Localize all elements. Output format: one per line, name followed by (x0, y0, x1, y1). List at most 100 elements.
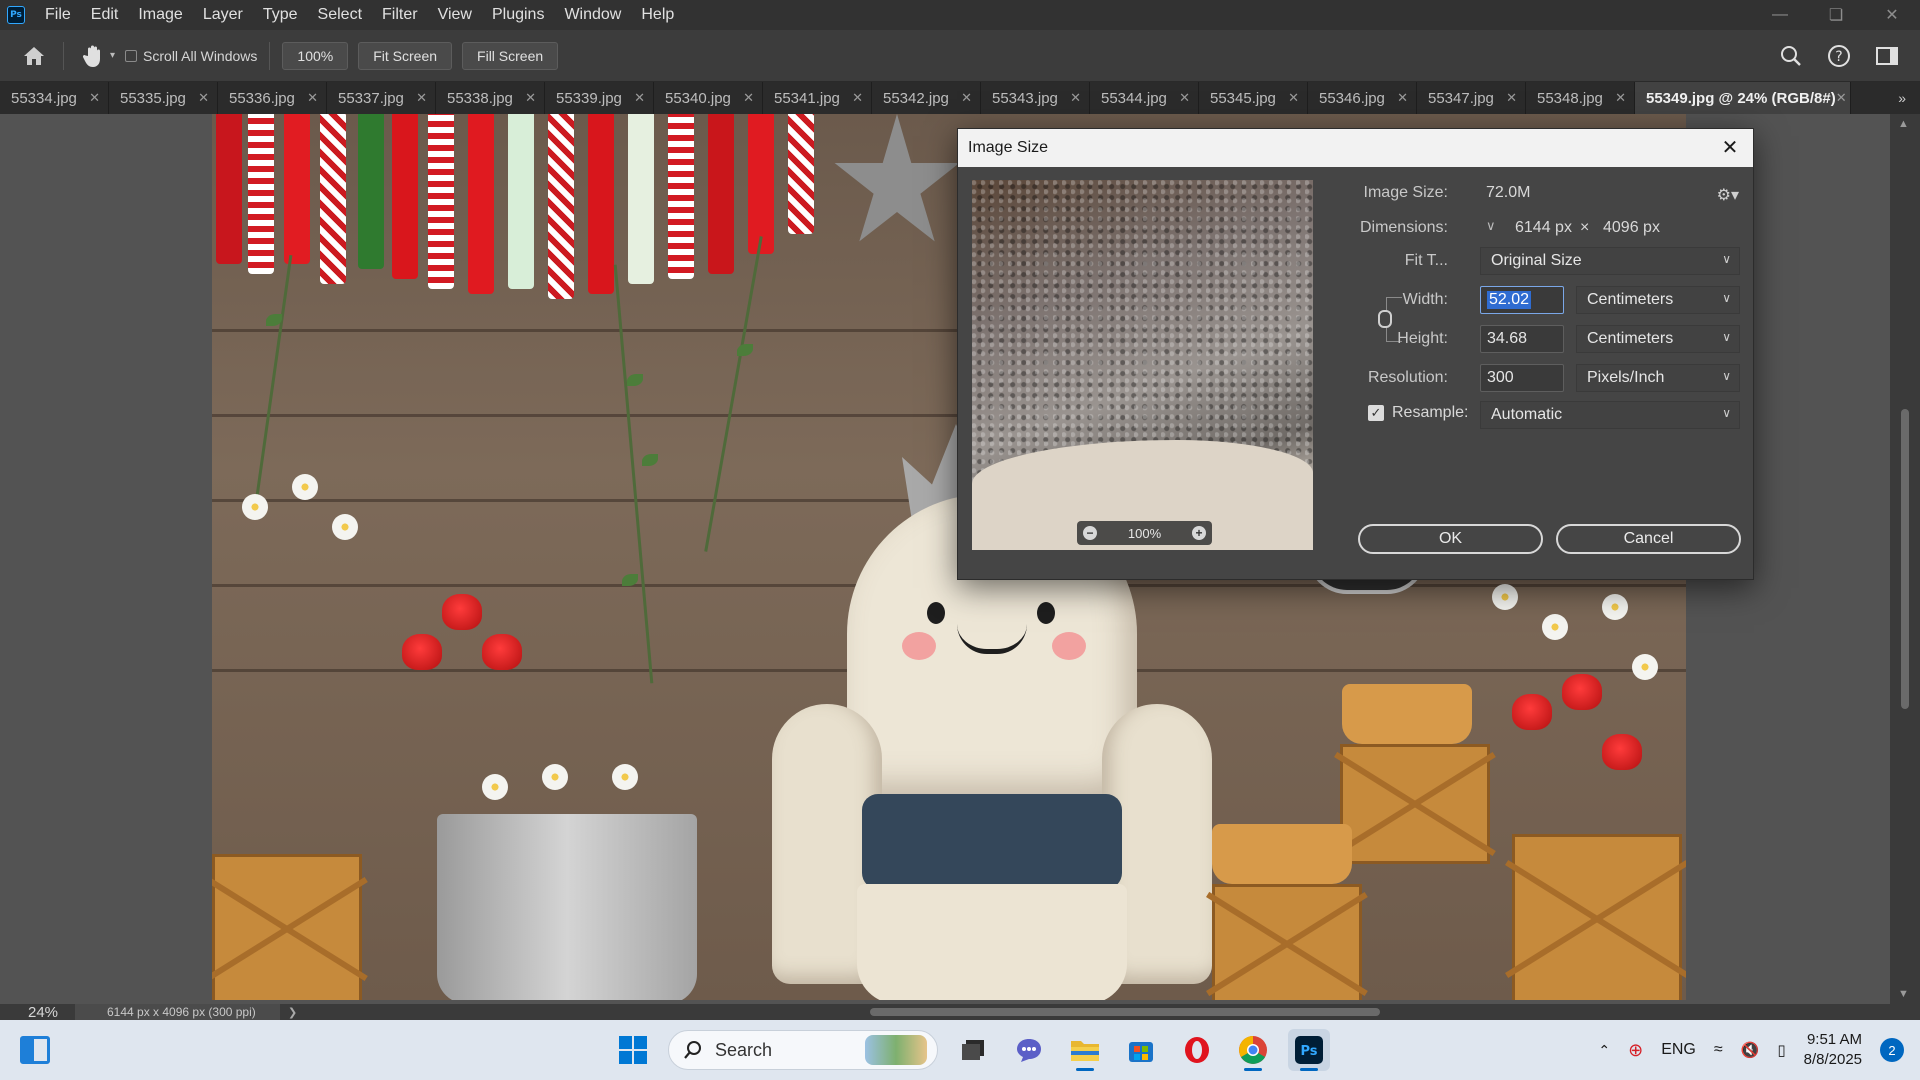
close-tab-icon[interactable]: ✕ (961, 90, 972, 106)
taskbar-search[interactable]: Search (668, 1030, 938, 1070)
opera-icon[interactable] (1176, 1029, 1218, 1071)
notification-badge[interactable]: 2 (1880, 1038, 1904, 1062)
tab-55335[interactable]: 55335.jpg ✕ (109, 82, 218, 114)
volume-mute-icon[interactable]: 🔇 (1741, 1041, 1760, 1059)
workspace-icon[interactable] (1870, 39, 1904, 73)
close-tab-icon[interactable]: ✕ (1070, 90, 1081, 106)
close-tab-icon[interactable]: ✕ (743, 90, 754, 106)
tab-overflow-icon[interactable]: » (1898, 90, 1906, 106)
close-tab-icon[interactable]: ✕ (852, 90, 863, 106)
constrain-proportions-link-icon[interactable] (1378, 310, 1392, 328)
menu-view[interactable]: View (428, 0, 482, 30)
close-tab-icon[interactable]: ✕ (525, 90, 536, 106)
fit-to-select[interactable]: Original Size ∨ (1480, 247, 1740, 275)
chrome-icon[interactable] (1232, 1029, 1274, 1071)
hand-tool-icon[interactable] (76, 39, 110, 73)
tab-55346[interactable]: 55346.jpg ✕ (1308, 82, 1417, 114)
zoom-100-button[interactable]: 100% (282, 41, 349, 70)
tab-55348[interactable]: 55348.jpg ✕ (1526, 82, 1635, 114)
tab-55341[interactable]: 55341.jpg ✕ (763, 82, 872, 114)
zoom-readout[interactable]: 24% (0, 1004, 75, 1021)
tab-55339[interactable]: 55339.jpg ✕ (545, 82, 654, 114)
width-input[interactable]: 52.02 (1480, 286, 1564, 314)
vertical-scrollbar[interactable]: ▲ ▼ (1890, 114, 1920, 1004)
close-tab-icon[interactable]: ✕ (634, 90, 645, 106)
resample-checkbox[interactable]: ✓ (1368, 405, 1384, 421)
battery-icon[interactable]: ▯ (1777, 1041, 1785, 1059)
wifi-icon[interactable]: ≈ (1714, 1041, 1723, 1059)
menu-help[interactable]: Help (631, 0, 684, 30)
chevron-up-icon[interactable]: ⌃ (1598, 1042, 1610, 1059)
document-info[interactable]: 6144 px x 4096 px (300 ppi) (75, 1004, 280, 1020)
menu-image[interactable]: Image (128, 0, 192, 30)
close-tab-icon[interactable]: ✕ (307, 90, 318, 106)
restore-icon[interactable]: ❏ (1808, 0, 1864, 30)
tab-55340[interactable]: 55340.jpg ✕ (654, 82, 763, 114)
widgets-icon[interactable] (20, 1036, 50, 1064)
chat-icon[interactable] (1008, 1029, 1050, 1071)
cancel-button[interactable]: Cancel (1556, 524, 1741, 554)
tab-55347[interactable]: 55347.jpg ✕ (1417, 82, 1526, 114)
minimize-icon[interactable]: — (1752, 0, 1808, 30)
chevron-down-icon[interactable]: ▾ (110, 50, 115, 61)
menu-filter[interactable]: Filter (372, 0, 428, 30)
fill-screen-button[interactable]: Fill Screen (462, 41, 559, 70)
close-tab-icon[interactable]: ✕ (1615, 90, 1626, 106)
scrollbar-thumb[interactable] (870, 1008, 1380, 1016)
tab-55338[interactable]: 55338.jpg ✕ (436, 82, 545, 114)
tab-55349-active[interactable]: 55349.jpg @ 24% (RGB/8#) ✕ (1635, 82, 1851, 114)
resolution-unit-select[interactable]: Pixels/Inch ∨ (1576, 364, 1740, 392)
scroll-all-windows-checkbox[interactable]: Scroll All Windows (125, 48, 257, 64)
ok-button[interactable]: OK (1358, 524, 1543, 554)
zoom-out-icon[interactable]: − (1083, 526, 1097, 540)
horizontal-scrollbar[interactable] (320, 1008, 1880, 1016)
scroll-up-icon[interactable]: ▲ (1898, 118, 1909, 130)
image-preview[interactable]: − 100% + (972, 180, 1313, 550)
resolution-input[interactable]: 300 (1480, 364, 1564, 392)
fit-screen-button[interactable]: Fit Screen (358, 41, 453, 70)
photoshop-taskbar-icon[interactable]: Ps (1288, 1029, 1330, 1071)
menu-file[interactable]: File (35, 0, 81, 30)
close-tab-icon[interactable]: ✕ (89, 90, 100, 106)
search-icon[interactable] (1774, 39, 1808, 73)
language-indicator[interactable]: ENG (1661, 1041, 1696, 1059)
tab-55345[interactable]: 55345.jpg ✕ (1199, 82, 1308, 114)
menu-layer[interactable]: Layer (193, 0, 253, 30)
width-unit-select[interactable]: Centimeters ∨ (1576, 286, 1740, 314)
task-view-icon[interactable] (952, 1029, 994, 1071)
microsoft-store-icon[interactable] (1120, 1029, 1162, 1071)
close-tab-icon[interactable]: ✕ (1836, 90, 1847, 106)
height-unit-select[interactable]: Centimeters ∨ (1576, 325, 1740, 353)
gear-icon[interactable]: ⚙▾ (1717, 185, 1739, 205)
tab-55343[interactable]: 55343.jpg ✕ (981, 82, 1090, 114)
scroll-down-icon[interactable]: ▼ (1898, 988, 1909, 1000)
close-tab-icon[interactable]: ✕ (198, 90, 209, 106)
height-input[interactable]: 34.68 (1480, 325, 1564, 353)
close-tab-icon[interactable]: ✕ (1397, 90, 1408, 106)
tab-55334[interactable]: 55334.jpg ✕ (0, 82, 109, 114)
tab-55336[interactable]: 55336.jpg ✕ (218, 82, 327, 114)
menu-window[interactable]: Window (554, 0, 631, 30)
scrollbar-thumb[interactable] (1901, 409, 1909, 709)
file-explorer-icon[interactable] (1064, 1029, 1106, 1071)
close-window-icon[interactable]: ✕ (1864, 0, 1920, 30)
close-icon[interactable]: ✕ (1719, 137, 1741, 159)
home-icon[interactable] (17, 39, 51, 73)
windows-start-icon[interactable] (612, 1029, 654, 1071)
tab-55344[interactable]: 55344.jpg ✕ (1090, 82, 1199, 114)
chevron-right-icon[interactable]: ❯ (288, 1006, 297, 1019)
dimensions-dropdown-icon[interactable]: ∨ (1486, 218, 1496, 234)
close-tab-icon[interactable]: ✕ (1288, 90, 1299, 106)
menu-plugins[interactable]: Plugins (482, 0, 554, 30)
vpn-icon[interactable]: ⊕ (1628, 1040, 1643, 1061)
resample-select[interactable]: Automatic ∨ (1480, 401, 1740, 429)
help-icon[interactable]: ? (1822, 39, 1856, 73)
menu-edit[interactable]: Edit (81, 0, 129, 30)
zoom-in-icon[interactable]: + (1192, 526, 1206, 540)
menu-select[interactable]: Select (308, 0, 372, 30)
checkbox-box[interactable] (125, 49, 138, 62)
tab-55342[interactable]: 55342.jpg ✕ (872, 82, 981, 114)
close-tab-icon[interactable]: ✕ (1506, 90, 1517, 106)
menu-type[interactable]: Type (253, 0, 308, 30)
close-tab-icon[interactable]: ✕ (416, 90, 427, 106)
